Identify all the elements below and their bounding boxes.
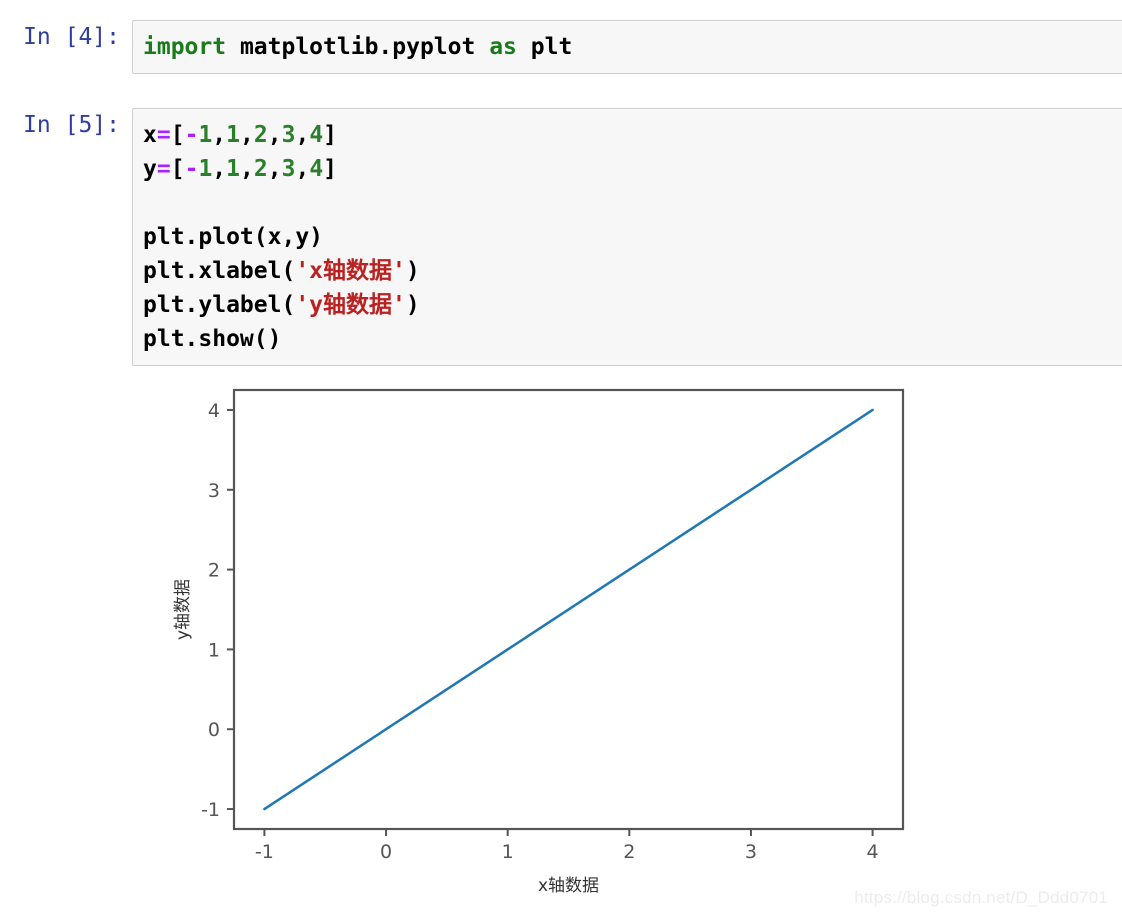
code-token-plain: , — [295, 156, 310, 182]
code-token-plain: , — [267, 156, 282, 182]
code-token-str: 'y轴数据' — [295, 292, 406, 318]
code-token-num: 1 — [226, 156, 241, 182]
notebook-cell-4[interactable]: In [4]: import matplotlib.pyplot as plt — [0, 20, 1122, 74]
x-tick-label: 2 — [623, 841, 635, 863]
code-token-num: 4 — [309, 122, 324, 148]
code-token-plain: ] — [323, 122, 338, 148]
plot-canvas: -1 0 1 2 3 4 -1 0 1 2 3 4 x轴数据 y轴数据 — [173, 388, 905, 896]
code-line: plt.xlabel('x轴数据') — [143, 254, 1122, 288]
code-token-op: - — [184, 156, 199, 182]
code-token-plain: , — [240, 156, 254, 182]
code-token-op: = — [156, 122, 171, 148]
y-tick-label: 0 — [208, 719, 220, 741]
code-token-plain: plt — [516, 34, 573, 60]
y-tick-label: 2 — [208, 560, 220, 582]
code-line: x=[-1,1,2,3,4] — [143, 118, 1122, 152]
code-token-plain: ) — [405, 292, 420, 318]
code-token-plain: plt.show() — [143, 326, 282, 352]
code-token-op: = — [156, 156, 171, 182]
code-text-5: x=[-1,1,2,3,4] y=[-1,1,2,3,4] plt.plot(x,… — [143, 118, 1122, 356]
code-line: y=[-1,1,2,3,4] — [143, 152, 1122, 186]
code-token-plain: y — [143, 156, 157, 182]
code-token-plain: plt.xlabel( — [143, 258, 296, 284]
x-tick-label: -1 — [255, 841, 274, 863]
code-input-area-4[interactable]: import matplotlib.pyplot as plt — [132, 20, 1122, 74]
y-axis-title: y轴数据 — [173, 579, 193, 640]
code-token-plain: [ — [170, 156, 185, 182]
code-token-plain: plt.plot(x,y) — [143, 224, 324, 250]
code-line: plt.show() — [143, 322, 1122, 356]
code-token-str: 'x轴数据' — [295, 258, 406, 284]
code-line: plt.ylabel('y轴数据') — [143, 288, 1122, 322]
code-text-4: import matplotlib.pyplot as plt — [143, 30, 1122, 64]
code-token-kw: as — [489, 34, 517, 60]
code-token-plain: ) — [405, 258, 420, 284]
code-input-area-5[interactable]: x=[-1,1,2,3,4] y=[-1,1,2,3,4] plt.plot(x,… — [132, 108, 1122, 366]
watermark-url: https://blog.csdn.net/D_Ddd0701 — [854, 888, 1108, 907]
cell-prompt-in-4: In [4]: — [23, 24, 120, 50]
code-token-op: - — [184, 122, 199, 148]
x-axis-title: x轴数据 — [538, 876, 599, 896]
x-tick-label: 0 — [380, 841, 392, 863]
code-token-num: 2 — [253, 156, 268, 182]
code-token-plain: , — [212, 122, 227, 148]
y-tick-label: 3 — [208, 480, 220, 502]
y-tick-label: 1 — [208, 639, 220, 661]
notebook-cell-5[interactable]: In [5]: x=[-1,1,2,3,4] y=[-1,1,2,3,4] plt… — [0, 108, 1122, 366]
code-token-num: 3 — [281, 122, 296, 148]
x-tick-label: 1 — [502, 841, 514, 863]
x-tick-label: 4 — [867, 841, 879, 863]
code-token-num: 1 — [226, 122, 241, 148]
code-token-plain: [ — [170, 122, 185, 148]
y-tick-label: -1 — [201, 799, 220, 821]
code-token-num: 4 — [309, 156, 324, 182]
code-token-plain: ] — [323, 156, 338, 182]
code-line: plt.plot(x,y) — [143, 220, 1122, 254]
code-line: import matplotlib.pyplot as plt — [143, 30, 1122, 64]
code-token-plain: , — [240, 122, 254, 148]
matplotlib-figure-output: -1 0 1 2 3 4 -1 0 1 2 3 4 x轴数据 y轴数据 — [0, 378, 1122, 898]
code-token-num: 3 — [281, 156, 296, 182]
code-token-plain: , — [212, 156, 227, 182]
code-token-kw: import — [143, 34, 227, 60]
code-token-plain: matplotlib.pyplot — [226, 34, 490, 60]
code-token-num: 1 — [198, 122, 213, 148]
code-token-plain: plt.ylabel( — [143, 292, 296, 318]
y-tick-label: 4 — [208, 400, 220, 422]
code-token-num: 1 — [198, 156, 213, 182]
code-token-plain: , — [267, 122, 282, 148]
x-tick-label: 3 — [745, 841, 757, 863]
cell-prompt-in-5: In [5]: — [23, 112, 120, 138]
code-token-plain: , — [295, 122, 310, 148]
code-token-num: 2 — [253, 122, 268, 148]
code-token-plain: x — [143, 122, 157, 148]
